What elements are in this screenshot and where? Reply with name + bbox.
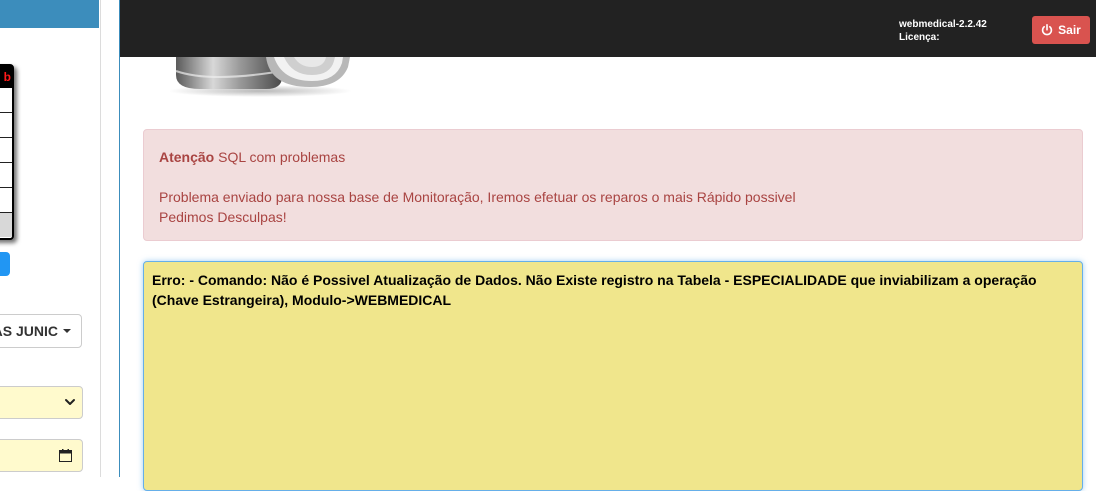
mini-table-row[interactable] [0, 138, 12, 163]
logout-label: Sair [1058, 23, 1081, 37]
left-panel: b AS JUNIC [0, 0, 101, 477]
left-panel-header-bar [0, 0, 99, 28]
alert-apology-line: Pedimos Desculpas! [159, 209, 287, 225]
user-dropdown-label: AS JUNIC [0, 323, 58, 339]
left-action-button[interactable] [0, 252, 10, 276]
version-info: webmedical-2.2.42 Licença: [899, 18, 987, 44]
alert-danger: Atenção SQL com problemas Problema envia… [143, 129, 1083, 241]
logout-button[interactable]: Sair [1032, 16, 1090, 44]
error-message-textarea[interactable]: Erro: - Comando: Não é Possivel Atualiza… [143, 261, 1083, 491]
mini-table-row[interactable] [0, 88, 12, 113]
mini-table-row[interactable] [0, 188, 12, 213]
license-label: Licença: [899, 32, 940, 43]
alert-title-bold: Atenção [159, 149, 215, 165]
mini-table-row[interactable] [0, 213, 12, 237]
calendar-icon[interactable] [59, 449, 72, 462]
version-label: webmedical-2.2.42 [899, 19, 987, 30]
caret-down-icon [63, 329, 71, 333]
mini-table-header-text: b [3, 70, 11, 84]
mini-table-row[interactable] [0, 113, 12, 138]
mini-table-row[interactable] [0, 163, 12, 188]
mini-table-header: b [0, 66, 12, 88]
logo-image [170, 57, 352, 97]
alert-message-line: Problema enviado para nossa base de Moni… [159, 189, 796, 205]
left-date-field[interactable] [0, 439, 83, 472]
alert-title: Atenção SQL com problemas [159, 149, 345, 165]
top-navbar: webmedical-2.2.42 Licença: Sair [120, 0, 1096, 57]
main-panel-border [119, 0, 120, 477]
mini-calendar-table: b [0, 64, 14, 240]
alert-title-text: SQL com problemas [214, 149, 346, 165]
left-select-field[interactable] [0, 386, 83, 419]
power-icon [1041, 24, 1053, 36]
user-dropdown[interactable]: AS JUNIC [0, 314, 82, 348]
chevron-down-icon [65, 399, 75, 405]
